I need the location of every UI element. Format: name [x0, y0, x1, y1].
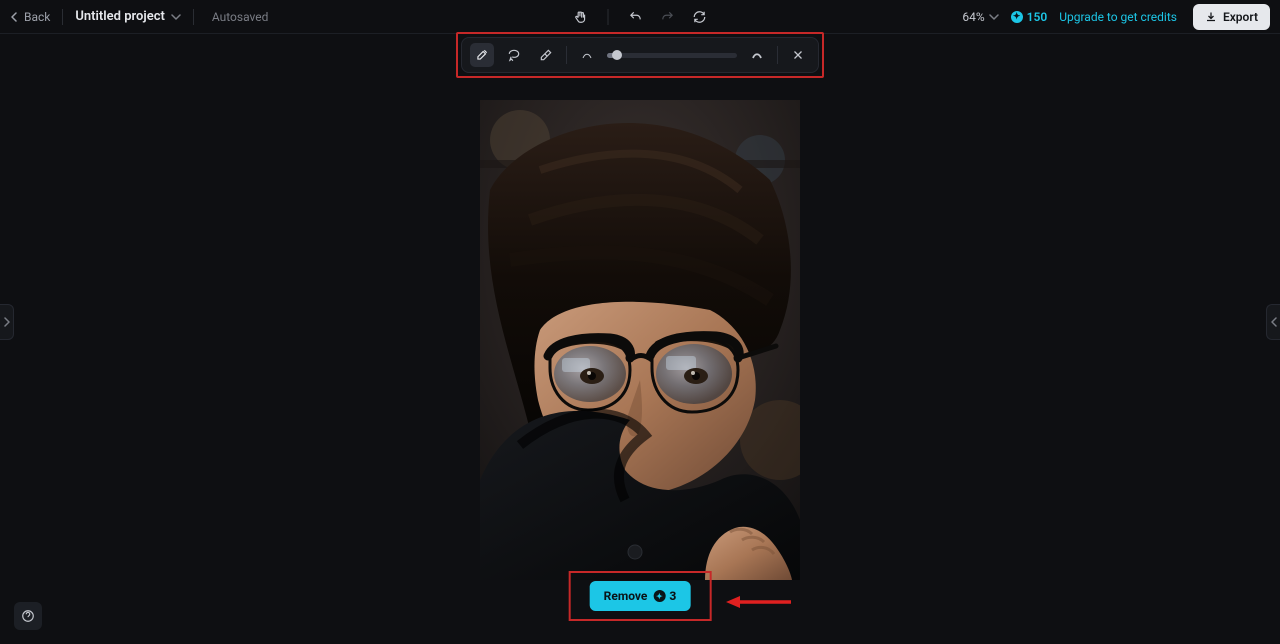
left-panel-toggle[interactable] — [0, 304, 14, 340]
zoom-value: 64% — [962, 10, 984, 24]
undo-button[interactable] — [625, 6, 647, 28]
chevron-right-icon — [3, 317, 11, 327]
autosaved-status: Autosaved — [212, 10, 269, 24]
remove-cost: 3 — [669, 589, 676, 603]
remove-highlight-box: Remove ✦ 3 — [569, 571, 712, 621]
remove-button[interactable]: Remove ✦ 3 — [590, 581, 691, 611]
right-panel-toggle[interactable] — [1266, 304, 1280, 340]
chevron-left-icon — [10, 12, 20, 22]
stroke-thin-icon — [581, 49, 593, 61]
help-icon — [21, 609, 35, 623]
close-toolbar-button[interactable] — [786, 43, 810, 67]
undo-icon — [629, 10, 643, 24]
upgrade-link[interactable]: Upgrade to get credits — [1059, 10, 1177, 24]
divider — [777, 46, 778, 64]
toolbar-highlight-box — [456, 32, 824, 78]
brush-size-small-icon — [575, 43, 599, 67]
hand-tool-button[interactable] — [570, 6, 592, 28]
back-label: Back — [24, 10, 50, 24]
eraser-icon — [539, 48, 553, 62]
refresh-icon — [693, 10, 707, 24]
stroke-thick-icon — [751, 49, 763, 61]
project-name[interactable]: Untitled project — [75, 9, 164, 24]
zoom-control[interactable]: 64% — [962, 10, 998, 24]
eraser-tool-button[interactable] — [534, 43, 558, 67]
project-dropdown[interactable] — [171, 12, 181, 22]
chevron-down-icon — [989, 12, 999, 22]
redo-icon — [661, 10, 675, 24]
divider — [608, 9, 609, 25]
brush-size-large-icon — [745, 43, 769, 67]
lasso-tool-button[interactable] — [502, 43, 526, 67]
header-bar: Back Untitled project Autosaved 64% ✦ — [0, 0, 1280, 34]
brush-tool-button[interactable] — [470, 43, 494, 67]
back-button[interactable]: Back — [10, 10, 50, 24]
divider — [566, 46, 567, 64]
lasso-icon — [507, 48, 521, 62]
chevron-left-icon — [1270, 317, 1278, 327]
close-icon — [792, 49, 804, 61]
header-right: 64% ✦ 150 Upgrade to get credits Export — [962, 4, 1270, 30]
brush-size-slider[interactable] — [607, 53, 737, 58]
portrait-image — [480, 100, 800, 580]
hand-icon — [574, 10, 588, 24]
credits-value: 150 — [1027, 10, 1048, 24]
credit-coin-icon: ✦ — [1011, 11, 1023, 23]
canvas-image[interactable] — [480, 100, 800, 580]
help-button[interactable] — [14, 602, 42, 630]
divider — [62, 9, 63, 25]
credits-display[interactable]: ✦ 150 — [1011, 10, 1048, 24]
credit-coin-icon: ✦ — [653, 590, 665, 602]
divider — [193, 9, 194, 25]
chevron-down-icon — [171, 12, 181, 22]
header-left: Back Untitled project Autosaved — [10, 9, 268, 25]
brush-toolbar — [461, 37, 819, 73]
remove-label: Remove — [604, 589, 648, 603]
slider-thumb[interactable] — [612, 50, 622, 60]
brush-icon — [475, 48, 489, 62]
download-icon — [1205, 11, 1217, 23]
export-button[interactable]: Export — [1193, 4, 1270, 30]
export-label: Export — [1223, 10, 1258, 24]
annotation-arrow — [726, 594, 791, 610]
reset-button[interactable] — [689, 6, 711, 28]
redo-button[interactable] — [657, 6, 679, 28]
header-center — [570, 6, 711, 28]
